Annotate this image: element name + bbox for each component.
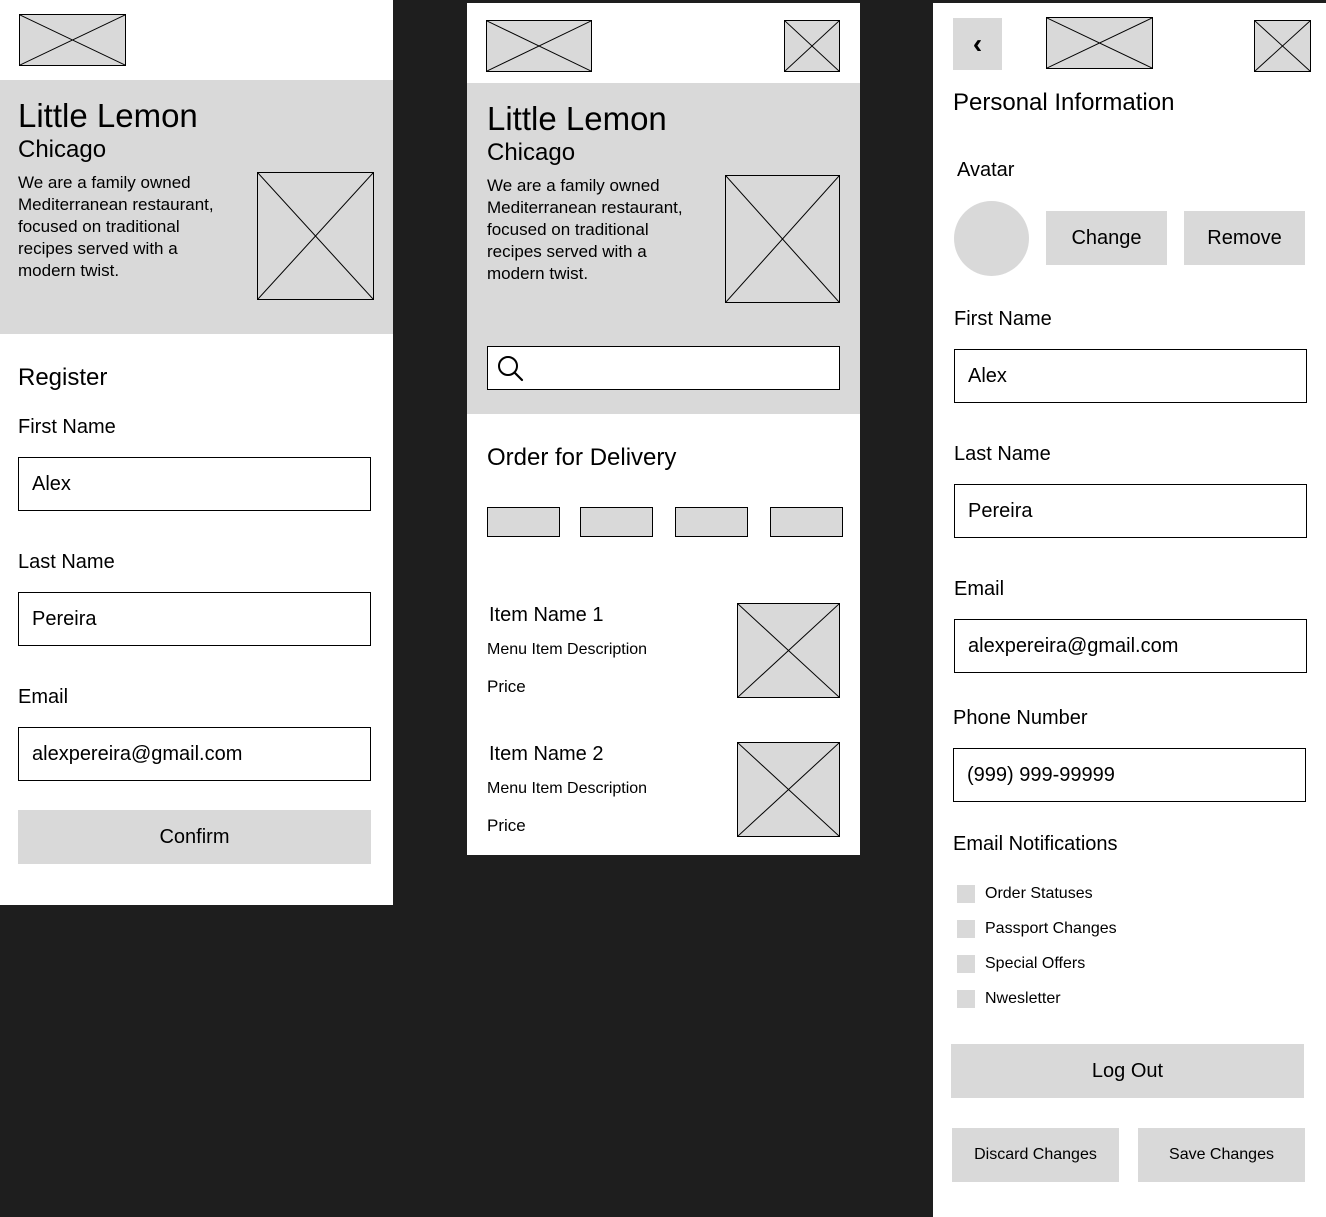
menu-item[interactable]: Item Name 1 Menu Item Description Price [467, 598, 860, 703]
category-chip-1[interactable] [487, 507, 560, 537]
last-name-label: Last Name [18, 551, 115, 573]
hero-city: Chicago [18, 136, 107, 163]
confirm-button[interactable]: Confirm [18, 810, 371, 864]
hero-description: We are a family owned Mediterranean rest… [18, 173, 214, 280]
profile-image[interactable] [1254, 20, 1311, 72]
email-notifications-label: Email Notifications [953, 833, 1118, 855]
last-name-label: Last Name [954, 443, 1051, 465]
menu-item-image [737, 603, 840, 698]
first-name-label: First Name [18, 416, 116, 438]
last-name-field[interactable] [954, 484, 1307, 538]
discard-changes-button[interactable]: Discard Changes [952, 1128, 1119, 1182]
category-chip-2[interactable] [580, 507, 653, 537]
email-label: Email [18, 686, 69, 708]
email-label: Email [954, 578, 1005, 600]
avatar-label: Avatar [957, 159, 1015, 181]
section-title: Order for Delivery [487, 444, 677, 471]
home-screen: Little Lemon Chicago We are a family own… [467, 3, 860, 855]
first-name-field[interactable] [954, 349, 1307, 403]
hero-title: Little Lemon [18, 97, 198, 134]
page-title: Personal Information [953, 89, 1175, 116]
checkbox-label: Passport Changes [985, 920, 1117, 937]
search-input[interactable] [532, 351, 832, 385]
search-bar[interactable] [487, 346, 840, 390]
register-screen: Little Lemon Chicago We are a family own… [0, 0, 393, 905]
category-chip-3[interactable] [675, 507, 748, 537]
notification-order-statuses[interactable]: Order Statuses [957, 884, 1093, 904]
hero-image [725, 175, 840, 303]
register-title: Register [18, 364, 108, 391]
search-icon [498, 356, 524, 382]
menu-item-name: Item Name 1 [489, 604, 604, 626]
menu-item-description: Menu Item Description [487, 780, 648, 797]
remove-avatar-button[interactable]: Remove [1184, 211, 1305, 265]
phone-label: Phone Number [953, 707, 1088, 729]
checkbox-label: Special Offers [985, 955, 1086, 972]
menu-item-price: Price [487, 677, 526, 696]
first-name-label: First Name [954, 308, 1052, 330]
change-avatar-button[interactable]: Change [1046, 211, 1167, 265]
checkbox[interactable] [957, 955, 975, 973]
hero-city: Chicago [487, 139, 576, 166]
last-name-field[interactable] [18, 592, 371, 646]
checkbox[interactable] [957, 885, 975, 903]
email-field[interactable] [954, 619, 1307, 673]
hero-banner: Little Lemon Chicago We are a family own… [467, 83, 860, 414]
hero-description: We are a family owned Mediterranean rest… [487, 176, 683, 283]
first-name-field[interactable] [18, 457, 371, 511]
checkbox-label: Order Statuses [985, 885, 1093, 902]
phone-field[interactable] [953, 748, 1306, 802]
avatar [954, 201, 1029, 276]
back-button[interactable]: ‹ [953, 18, 1002, 70]
email-field[interactable] [18, 727, 371, 781]
logout-button[interactable]: Log Out [951, 1044, 1304, 1098]
menu-item-image [737, 742, 840, 837]
profile-screen: ‹ Personal Information Avatar Change Rem… [933, 3, 1326, 1217]
save-changes-button[interactable]: Save Changes [1138, 1128, 1305, 1182]
notification-special-offers[interactable]: Special Offers [957, 954, 1085, 974]
logo-image [1046, 17, 1153, 69]
category-chip-4[interactable] [770, 507, 843, 537]
notification-passport-changes[interactable]: Passport Changes [957, 919, 1117, 939]
checkbox[interactable] [957, 990, 975, 1008]
checkbox-label: Nwesletter [985, 990, 1061, 1007]
profile-image[interactable] [784, 20, 840, 72]
notification-newsletter[interactable]: Nwesletter [957, 989, 1061, 1009]
checkbox[interactable] [957, 920, 975, 938]
logo-image [486, 20, 592, 72]
logo-image [19, 14, 126, 66]
menu-item-price: Price [487, 816, 526, 835]
chevron-left-icon: ‹ [972, 28, 983, 59]
hero-banner: Little Lemon Chicago We are a family own… [0, 80, 393, 334]
hero-image [257, 172, 374, 300]
menu-item-description: Menu Item Description [487, 641, 648, 658]
menu-item-name: Item Name 2 [489, 743, 604, 765]
menu-item[interactable]: Item Name 2 Menu Item Description Price [467, 737, 860, 842]
hero-title: Little Lemon [487, 100, 667, 137]
